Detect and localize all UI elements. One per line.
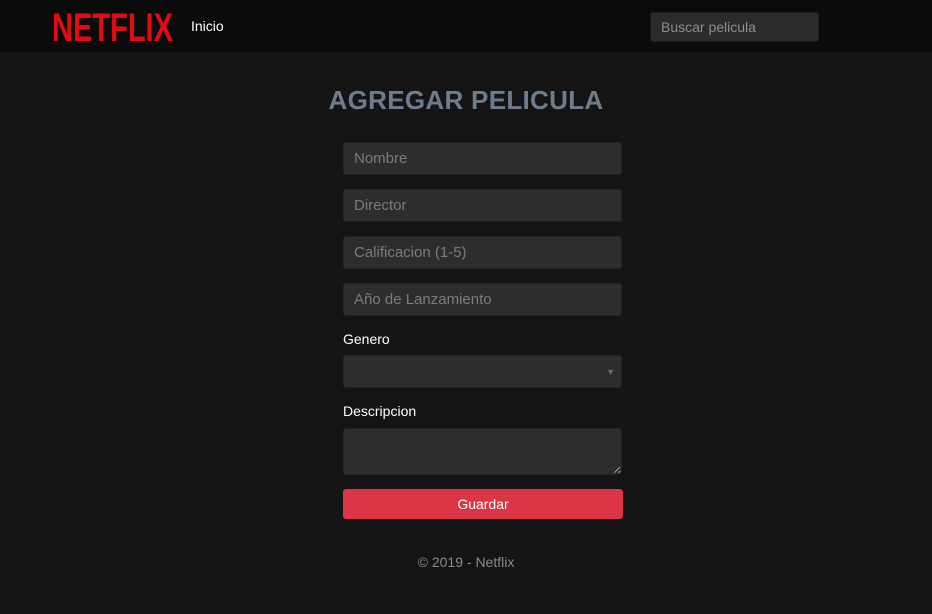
- navbar: NETFLIX Inicio: [0, 0, 932, 52]
- genero-select[interactable]: [344, 356, 621, 387]
- search-input[interactable]: [650, 12, 819, 42]
- genero-select-wrapper[interactable]: ▼: [343, 355, 622, 388]
- descripcion-textarea[interactable]: [343, 428, 622, 475]
- netflix-logo[interactable]: NETFLIX: [51, 6, 174, 46]
- netflix-logo-icon: NETFLIX: [52, 6, 173, 46]
- calificacion-input[interactable]: [343, 236, 622, 269]
- anio-lanzamiento-input[interactable]: [343, 283, 622, 316]
- guardar-button[interactable]: Guardar: [343, 489, 623, 519]
- genero-label: Genero: [343, 331, 390, 347]
- nombre-input[interactable]: [343, 142, 622, 175]
- footer: © 2019 - Netflix: [417, 554, 515, 570]
- netflix-logo-text: NETFLIX: [52, 6, 173, 46]
- page-title: AGREGAR PELICULA: [328, 85, 604, 115]
- descripcion-label: Descripcion: [343, 403, 417, 419]
- nav-link-inicio[interactable]: Inicio: [191, 18, 224, 35]
- director-input[interactable]: [343, 189, 622, 222]
